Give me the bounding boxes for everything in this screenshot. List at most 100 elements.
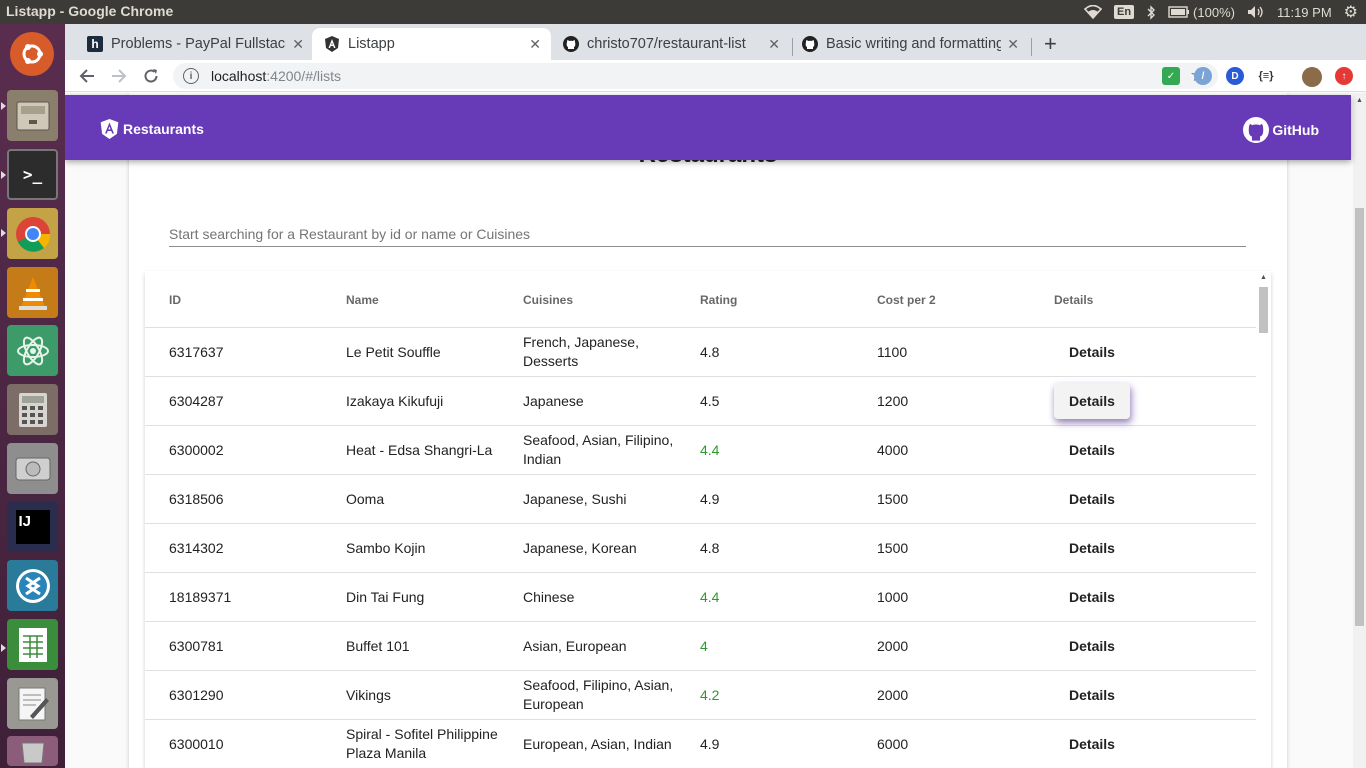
disk-drive-icon[interactable] <box>7 443 58 494</box>
github-icon <box>802 36 818 52</box>
forward-arrow-icon <box>112 69 127 83</box>
profile-avatar[interactable] <box>1302 67 1322 87</box>
scrollbar-thumb[interactable] <box>1259 287 1268 333</box>
reload-button[interactable] <box>139 64 163 88</box>
tab-github-basic-writing[interactable]: Basic writing and formatting ✕ <box>790 28 1029 60</box>
cell-cost: 1500 <box>877 490 909 507</box>
angular-icon <box>324 36 340 52</box>
tab-github-restaurant-list[interactable]: christo707/restaurant-list ✕ <box>551 28 790 60</box>
running-indicator <box>1 229 6 237</box>
details-button[interactable]: Details <box>1054 677 1130 713</box>
reload-icon <box>144 69 158 83</box>
bluetooth-icon[interactable] <box>1146 4 1156 20</box>
cell-name: Din Tai Fung <box>346 588 425 605</box>
search-input[interactable] <box>169 221 1246 247</box>
column-header-cost[interactable]: Cost per 2 <box>877 293 936 307</box>
details-button[interactable]: Details <box>1054 628 1130 664</box>
ubuntu-dash-icon[interactable] <box>10 32 54 76</box>
cell-name: Ooma <box>346 490 385 507</box>
gear-icon[interactable]: ⚙ <box>1344 2 1358 22</box>
cell-name: Buffet 101 <box>346 637 410 654</box>
volume-icon[interactable] <box>1247 5 1265 19</box>
table-scrollbar[interactable]: ▲ ▼ <box>1256 271 1271 768</box>
cell-rating: 4.9 <box>700 735 720 752</box>
cell-id: 6318506 <box>169 490 224 507</box>
calculator-icon[interactable] <box>7 384 58 435</box>
battery-icon <box>1168 6 1190 18</box>
address-bar[interactable]: i localhost:4200/#/lists ☆ <box>173 63 1218 89</box>
cell-rating: 4.9 <box>700 490 720 507</box>
details-button[interactable]: Details <box>1054 481 1130 517</box>
back-arrow-icon <box>79 69 94 83</box>
scrollbar-thumb[interactable] <box>1355 208 1364 626</box>
scroll-up-icon[interactable]: ▲ <box>1356 97 1363 104</box>
update-icon[interactable]: ↑ <box>1335 67 1353 85</box>
vlc-icon[interactable] <box>7 267 58 318</box>
scroll-up-icon[interactable]: ▲ <box>1260 274 1267 281</box>
chrome-icon[interactable] <box>7 208 58 259</box>
table-row: 18189371 Din Tai Fung Chinese 4.4 1000 Detail… <box>145 573 1256 622</box>
tab-listapp[interactable]: Listapp ✕ <box>312 28 551 60</box>
cell-cost: 1500 <box>877 539 909 556</box>
github-icon <box>1243 117 1270 143</box>
page-viewport: Restaurants ID Name Cuisines Rating Cost… <box>65 93 1366 768</box>
forward-button[interactable] <box>107 64 131 88</box>
back-button[interactable] <box>75 64 99 88</box>
column-header-cuisines[interactable]: Cuisines <box>523 293 573 307</box>
column-header-rating[interactable]: Rating <box>700 293 737 307</box>
info-icon[interactable]: i <box>183 68 199 84</box>
intellij-icon[interactable]: IJ <box>7 501 58 552</box>
atom-icon[interactable] <box>7 325 58 376</box>
github-link[interactable]: GitHub <box>1243 117 1319 143</box>
cell-name: Izakaya Kikufuji <box>346 392 444 409</box>
d-extension-icon[interactable]: D <box>1226 67 1244 85</box>
keyboard-layout-indicator[interactable]: En <box>1113 5 1135 19</box>
files-icon[interactable] <box>7 90 58 141</box>
remote-desktop-icon[interactable] <box>7 560 58 611</box>
cell-name: Sambo Kojin <box>346 539 426 556</box>
column-header-id[interactable]: ID <box>169 293 181 307</box>
close-icon[interactable]: ✕ <box>1007 36 1019 53</box>
details-button[interactable]: Details <box>1054 432 1130 468</box>
json-extension-icon[interactable]: {≡} <box>1257 67 1275 85</box>
shield-extension-icon[interactable]: ✓ <box>1162 67 1180 85</box>
cell-cuisines: Chinese <box>523 588 575 605</box>
details-button[interactable]: Details <box>1054 530 1130 566</box>
details-button[interactable]: Details <box>1054 334 1130 370</box>
system-indicators: En (100%) 11:19 PM ⚙ <box>1083 0 1358 24</box>
brand-link[interactable]: Restaurants <box>100 119 204 139</box>
new-tab-button[interactable]: + <box>1044 31 1057 57</box>
cell-cost: 1000 <box>877 588 909 605</box>
details-button[interactable]: Details <box>1054 726 1130 762</box>
window-title: Listapp - Google Chrome <box>6 3 174 19</box>
tab-separator <box>1031 38 1032 56</box>
trash-icon[interactable] <box>7 736 58 766</box>
cell-name: Vikings <box>346 686 391 703</box>
close-icon[interactable]: ✕ <box>768 36 780 53</box>
pen-extension-icon[interactable]: / <box>1194 67 1212 85</box>
details-button[interactable]: Details <box>1054 579 1130 615</box>
cell-cuisines: Seafood, Filipino, Asian, European <box>523 677 674 712</box>
running-indicator <box>1 171 6 179</box>
clock[interactable]: 11:19 PM <box>1277 5 1332 20</box>
cell-name: Heat - Edsa Shangri-La <box>346 441 493 458</box>
angular-icon <box>100 119 119 139</box>
spreadsheet-icon[interactable] <box>7 619 58 670</box>
close-icon[interactable]: ✕ <box>529 36 541 53</box>
column-header-name[interactable]: Name <box>346 293 379 307</box>
tab-label: Basic writing and formatting <box>826 36 1002 52</box>
tab-hackerrank[interactable]: h Problems - PayPal Fullstack ✕ <box>75 28 314 60</box>
battery-indicator[interactable]: (100%) <box>1168 5 1235 20</box>
cell-cuisines: Asian, European <box>523 637 627 654</box>
details-button[interactable]: Details <box>1054 383 1130 419</box>
text-editor-icon[interactable] <box>7 678 58 729</box>
page-scrollbar[interactable]: ▲ <box>1353 93 1366 768</box>
restaurants-card: Restaurants ID Name Cuisines Rating Cost… <box>129 93 1287 768</box>
close-icon[interactable]: ✕ <box>292 36 304 53</box>
wifi-icon[interactable] <box>1083 5 1102 19</box>
tab-label: Problems - PayPal Fullstack <box>111 36 287 52</box>
tab-label: christo707/restaurant-list <box>587 36 746 52</box>
cell-id: 6300781 <box>169 637 224 654</box>
table-row: 6314302 Sambo Kojin Japanese, Korean 4.8 150… <box>145 524 1256 573</box>
terminal-icon[interactable]: >_ <box>7 149 58 200</box>
